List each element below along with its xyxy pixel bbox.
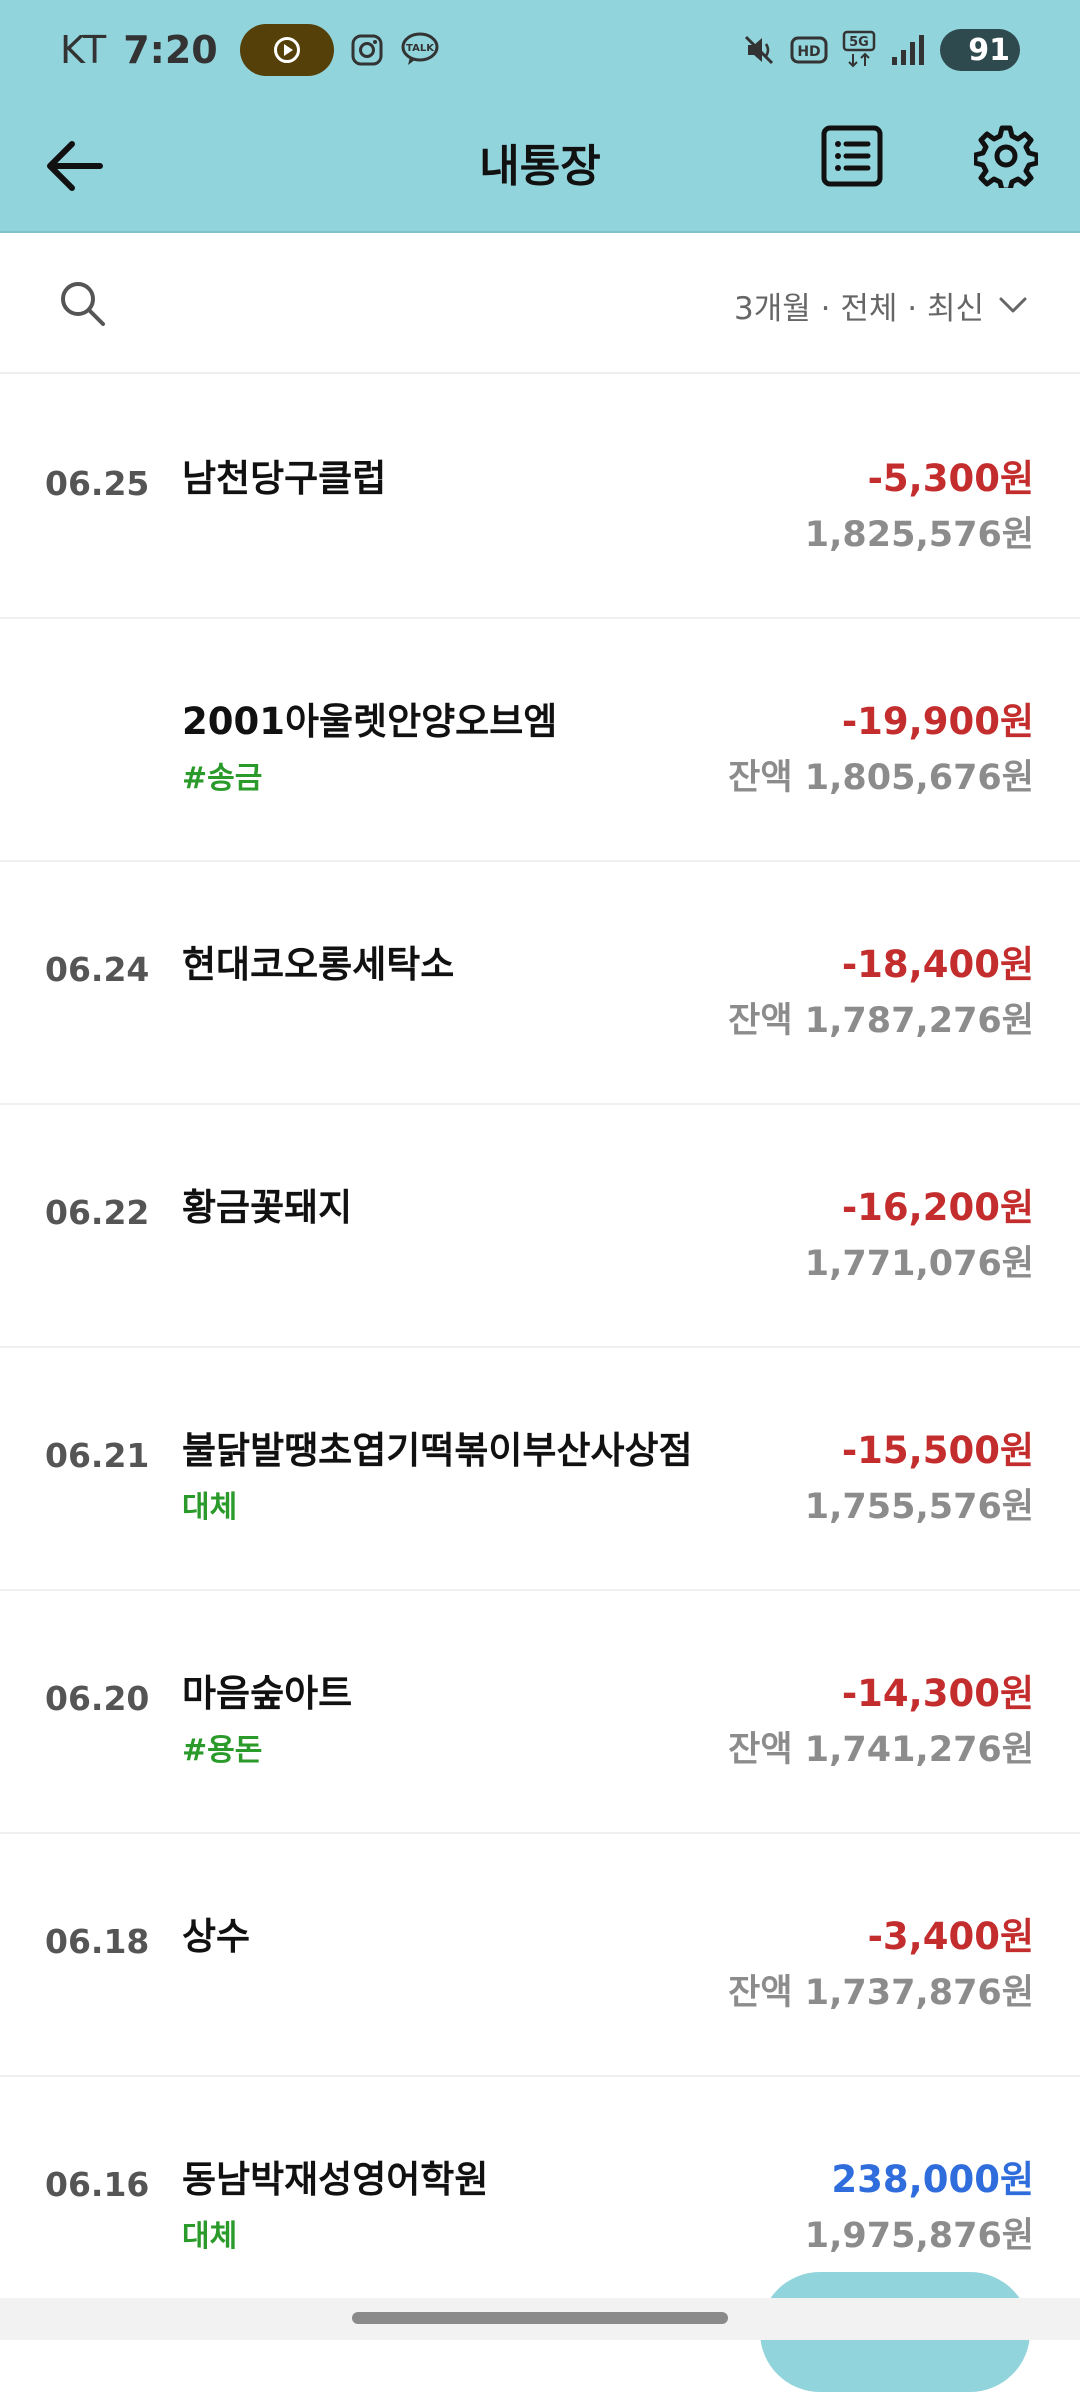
transaction-date: 06.24 [45,950,150,989]
filter-dropdown[interactable]: 3개월 · 전체 · 최신 [734,275,1028,335]
clock: 7:20 [123,28,218,72]
transaction-balance: 1,975,876원 [804,2216,1034,2256]
transaction-amount: -14,300원 [841,1672,1034,1715]
transaction-amount: 238,000원 [831,2158,1034,2201]
hd-icon: HD [790,34,828,66]
search-icon [61,282,105,326]
5g-icon: 5G [842,30,876,70]
system-nav-bar [0,2298,1080,2340]
transaction-tag: #송금 [182,761,263,796]
transaction-name: 남천당구클럽 [182,457,387,500]
page-title: 내통장 [479,141,601,192]
transaction-amount: -5,300원 [867,457,1034,500]
settings-button[interactable] [970,120,1042,192]
transaction-amount: -16,200원 [841,1186,1034,1229]
transaction-row[interactable]: 06.20 마음숲아트 #용돈 -14,300원 잔액 1,741,276원 [0,1591,1080,1834]
svg-text:HD: HD [797,44,820,60]
transaction-name: 마음숲아트 [182,1672,353,1715]
status-bar: KT 7:20 TALK HD 5G 91 [0,0,1080,100]
transaction-name: 현대코오롱세탁소 [182,943,455,986]
list-icon [821,125,883,187]
play-circle-icon [239,24,334,76]
transaction-balance: 1,755,576원 [804,1487,1034,1527]
transaction-row[interactable]: 06.24 현대코오롱세탁소 -18,400원 잔액 1,787,276원 [0,862,1080,1105]
back-button[interactable] [38,130,110,202]
transaction-amount: -15,500원 [841,1429,1034,1472]
transaction-balance: 잔액 1,741,276원 [728,1730,1034,1770]
kakaotalk-icon: TALK [400,32,440,68]
home-handle[interactable] [352,2312,728,2324]
transaction-name: 황금꽃돼지 [182,1186,353,1229]
transaction-name: 상수 [182,1915,251,1958]
kakaotalk-label: TALK [406,43,435,54]
transaction-row[interactable]: 06.25 남천당구클럽 -5,300원 1,825,576원 [0,376,1080,619]
transaction-amount: -18,400원 [841,943,1034,986]
transaction-date: 06.21 [45,1436,150,1475]
transaction-row[interactable]: 06.18 상수 -3,400원 잔액 1,737,876원 [0,1834,1080,2077]
battery-level: 91 [968,32,1010,68]
carrier-label: KT [60,28,108,72]
transaction-amount: -19,900원 [841,700,1034,743]
gear-icon [974,125,1038,188]
instagram-icon [350,33,384,67]
transaction-date: 06.18 [45,1922,150,1961]
transaction-date: 06.25 [45,464,150,503]
transaction-name: 동남박재성영어학원 [182,2158,489,2201]
transaction-date: 06.22 [45,1193,150,1232]
arrow-left-icon [47,141,103,191]
transaction-balance: 1,771,076원 [804,1244,1034,1284]
transaction-name: 불닭발땡초엽기떡볶이부산사상점 [182,1429,693,1472]
signal-icon [890,33,926,67]
transaction-tag: #용돈 [182,1733,263,1768]
transaction-date: 06.20 [45,1679,150,1718]
transaction-balance: 1,825,576원 [804,515,1034,555]
transaction-row[interactable]: 06.22 황금꽃돼지 -16,200원 1,771,076원 [0,1105,1080,1348]
search-button[interactable] [52,273,112,333]
transaction-name: 2001아울렛안양오브엠 [182,700,558,743]
transaction-balance: 잔액 1,805,676원 [728,758,1034,798]
transaction-tag: 대체 [182,2219,238,2254]
transaction-list: 06.25 남천당구클럽 -5,300원 1,825,576원 2001아울렛안… [0,376,1080,2320]
list-view-button[interactable] [818,122,886,190]
chevron-down-icon [999,297,1027,313]
transaction-balance: 잔액 1,787,276원 [728,1001,1034,1041]
transaction-date: 06.16 [45,2165,150,2204]
transaction-row[interactable]: 06.21 불닭발땡초엽기떡볶이부산사상점 대체 -15,500원 1,755,… [0,1348,1080,1591]
transaction-row[interactable]: 2001아울렛안양오브엠 #송금 -19,900원 잔액 1,805,676원 [0,619,1080,862]
app-bar: 내통장 [0,100,1080,233]
transaction-amount: -3,400원 [867,1915,1034,1958]
filter-bar: 3개월 · 전체 · 최신 [0,235,1080,374]
svg-text:5G: 5G [849,35,869,50]
mute-icon [742,33,776,67]
filter-label: 3개월 · 전체 · 최신 [734,290,984,327]
transaction-balance: 잔액 1,737,876원 [728,1973,1034,2013]
battery-icon: 91 [940,29,1020,71]
transaction-tag: 대체 [182,1490,238,1525]
